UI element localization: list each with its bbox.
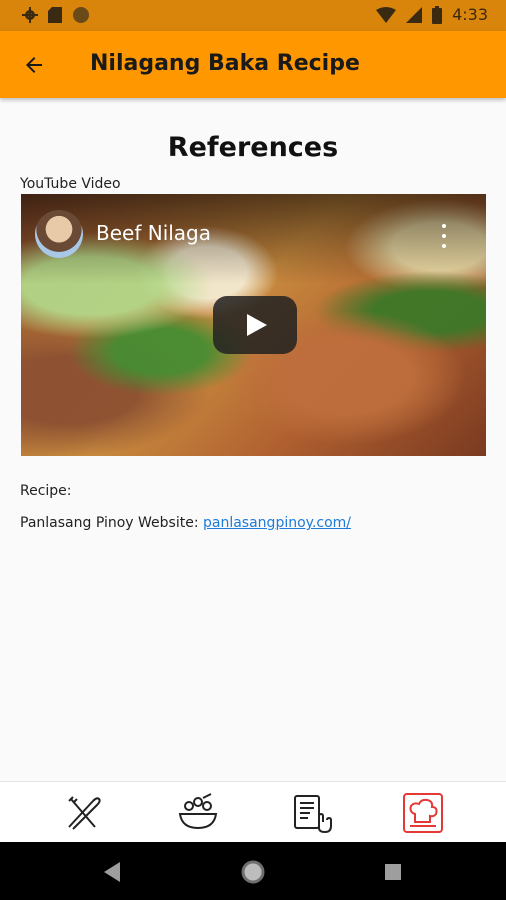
nav-ingredients[interactable]	[175, 791, 221, 835]
sd-card-icon	[48, 7, 62, 23]
video-top-shade	[21, 194, 486, 284]
back-triangle-icon	[104, 862, 120, 882]
wifi-icon	[376, 6, 397, 23]
status-time: 4:33	[452, 5, 488, 24]
app-bar: Nilagang Baka Recipe	[0, 31, 506, 98]
channel-avatar[interactable]	[35, 210, 83, 258]
back-button[interactable]	[16, 47, 52, 83]
nav-instructions[interactable]	[289, 791, 335, 835]
nav-references[interactable]	[400, 791, 446, 835]
nav-utensils[interactable]	[60, 791, 106, 835]
play-button[interactable]	[213, 296, 297, 354]
bottom-navigation	[0, 781, 506, 843]
settings-icon	[22, 7, 38, 23]
utensils-icon	[68, 796, 101, 830]
status-bar: 4:33	[0, 0, 506, 31]
home-circle-icon	[241, 860, 265, 884]
recents-square-icon	[385, 864, 401, 880]
play-icon	[247, 314, 267, 336]
arrow-back-icon	[26, 57, 42, 73]
app-title: Nilagang Baka Recipe	[90, 51, 360, 76]
video-title[interactable]: Beef Nilaga	[96, 221, 211, 245]
notification-dot-icon	[73, 7, 89, 23]
system-recents-button[interactable]	[380, 859, 406, 885]
ingredients-bowl-icon	[178, 793, 218, 830]
chef-references-icon	[403, 793, 443, 833]
system-back-button[interactable]	[100, 859, 126, 885]
recipe-website-link[interactable]: panlasangpinoy.com/	[203, 515, 351, 531]
status-left-icons	[22, 6, 90, 24]
status-right-icons: 4:33	[376, 5, 488, 24]
page-title: References	[167, 132, 339, 163]
recipe-source: Panlasang Pinoy Website: panlasangpinoy.…	[20, 515, 351, 531]
video-label: YouTube Video	[20, 176, 121, 192]
battery-icon	[432, 5, 443, 24]
instructions-icon	[294, 795, 332, 834]
recipe-label: Recipe:	[20, 483, 72, 499]
system-home-button[interactable]	[240, 859, 266, 885]
signal-icon	[406, 6, 423, 23]
youtube-video-player[interactable]: Beef Nilaga	[21, 194, 486, 456]
recipe-source-label: Panlasang Pinoy Website:	[20, 515, 203, 531]
video-more-options-button[interactable]	[440, 224, 448, 248]
system-navigation-bar	[0, 842, 506, 900]
